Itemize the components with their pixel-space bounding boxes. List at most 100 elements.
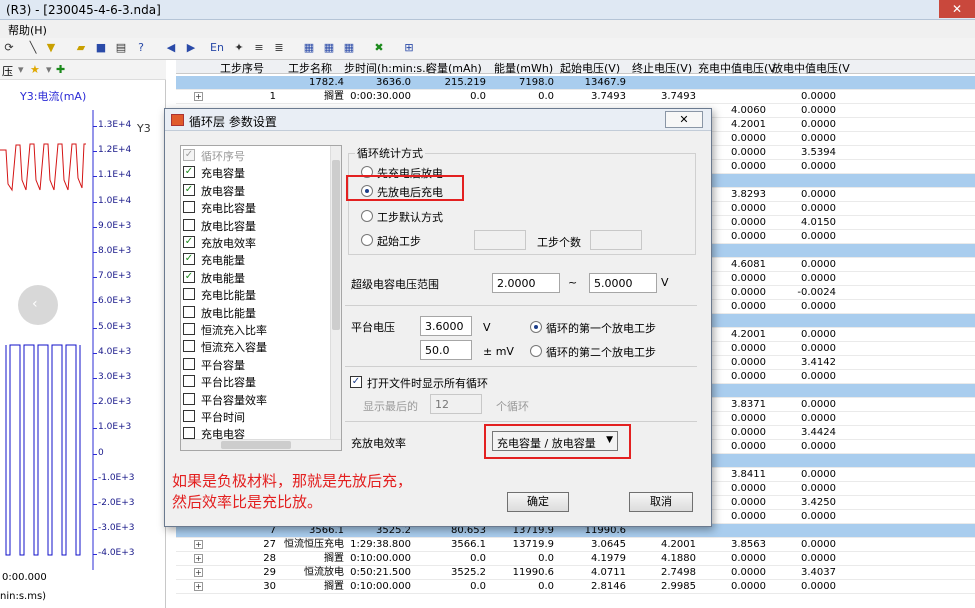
radio-second-discharge-step[interactable] — [530, 345, 542, 357]
table-row[interactable]: +29 恒流放电 0:50:21.500 3525.2 11990.6 4.0711 2.7… — [176, 566, 975, 580]
star-icon[interactable]: ★ — [30, 63, 40, 76]
column-header[interactable]: 放电中值电压(V — [772, 60, 850, 76]
checkbox[interactable] — [183, 410, 195, 422]
checkbox[interactable]: ✓ — [183, 270, 195, 283]
pin-icon[interactable]: ✦ — [232, 41, 246, 55]
open-folder-icon[interactable]: ▰ — [74, 41, 88, 55]
checkbox[interactable] — [183, 392, 195, 405]
platform-voltage-input[interactable]: 3.6000 — [420, 316, 472, 336]
table2-icon[interactable]: ▦ — [322, 41, 336, 55]
checkbox[interactable]: ✓ — [183, 236, 195, 248]
checkbox[interactable] — [183, 218, 195, 231]
nav-circle-button[interactable]: ‹ — [18, 285, 58, 325]
checkbox[interactable]: ✓ — [183, 183, 195, 196]
y-tick-label: 9.0E+3 — [98, 220, 132, 231]
column-header[interactable]: 容量(mAh) — [426, 60, 482, 76]
radio-start-step[interactable] — [361, 234, 373, 246]
supercap-min-input[interactable]: 2.0000 — [492, 273, 560, 293]
column-header[interactable]: 步时间(h:min:s.r — [344, 60, 430, 76]
show-all-cycles-checkbox[interactable]: ✓ — [350, 376, 362, 388]
expand-row-icon[interactable]: + — [194, 540, 203, 549]
highlight-efficiency — [484, 424, 631, 459]
expand-row-icon[interactable]: + — [194, 554, 203, 563]
line-tool-icon[interactable]: ╲ — [26, 41, 40, 55]
refresh-icon[interactable]: ⟳ — [2, 41, 16, 55]
checkbox[interactable] — [183, 357, 195, 370]
filter-icon[interactable]: ▼ — [44, 41, 58, 55]
expand-row-icon[interactable]: + — [194, 92, 203, 101]
small-dropdown-icon[interactable]: ▾ — [46, 63, 52, 76]
platform-tolerance-input[interactable]: 50.0 — [420, 340, 472, 360]
checkbox[interactable]: ✓ — [183, 149, 195, 161]
checkbox[interactable] — [183, 323, 195, 335]
expand-row-icon[interactable]: + — [194, 568, 203, 577]
table-cell: 2.7498 — [661, 567, 696, 578]
expand-row-icon[interactable]: + — [194, 582, 203, 591]
arrow-right-icon[interactable]: ▶ — [184, 41, 198, 55]
step-count-input[interactable] — [590, 230, 642, 250]
save-icon[interactable]: ■ — [94, 41, 108, 55]
annotation-line-1: 如果是负极材料，那就是先放后充， — [172, 472, 413, 490]
chart-tool-icon[interactable]: ⊞ — [402, 41, 416, 55]
table-row[interactable]: +30 搁置 0:10:00.000 0.0 0.0 2.8146 2.9985 0.0000… — [176, 580, 975, 594]
checklist-vscroll[interactable] — [330, 146, 341, 450]
checkbox[interactable] — [183, 201, 195, 214]
ok-button[interactable]: 确定 — [507, 492, 569, 512]
table-cell: 0.0000 — [801, 259, 836, 270]
checkbox[interactable] — [183, 340, 195, 353]
y-tick-mark — [93, 252, 97, 253]
column-header[interactable]: 充电中值电压(V — [698, 60, 776, 76]
checkbox[interactable] — [183, 375, 195, 388]
dropdown-icon[interactable]: ▾ — [18, 63, 24, 76]
column-header[interactable]: 工步序号 — [220, 60, 264, 76]
help-icon[interactable]: ? — [134, 41, 148, 55]
dialog-app-icon — [171, 114, 184, 126]
column-header[interactable]: 能量(mWh) — [494, 60, 553, 76]
radio-default-step[interactable] — [361, 210, 373, 222]
table-icon[interactable]: ▦ — [302, 41, 316, 55]
checkbox[interactable]: ✓ — [183, 166, 195, 179]
radio-first-discharge-step[interactable] — [530, 321, 542, 333]
column-header[interactable]: 工步名称 — [288, 60, 332, 76]
supercap-max-input[interactable]: 5.0000 — [589, 273, 657, 293]
column-header[interactable]: 起始电压(V) — [560, 60, 620, 76]
checkbox[interactable]: ✓ — [183, 253, 195, 266]
y-tick-mark — [93, 478, 97, 480]
radio-start-step-label: 起始工步 — [377, 235, 421, 248]
show-last-input[interactable]: 12 — [430, 394, 482, 414]
layout-icon[interactable]: ≡ — [252, 41, 266, 55]
column-header[interactable]: 终止电压(V) — [632, 60, 692, 76]
excel-icon[interactable]: ✖ — [372, 41, 386, 55]
checklist-hscroll[interactable] — [181, 439, 341, 450]
table-cell: 29 — [263, 567, 276, 578]
cycle-stats-legend: 循环统计方式 — [355, 145, 425, 161]
window-close-button[interactable]: ✕ — [939, 0, 975, 18]
checklist-item-label: 充放电效率 — [201, 237, 256, 250]
table-row[interactable]: +1 搁置 0:00:30.000 0.0 0.0 3.7493 3.7493 0.0000 — [176, 90, 975, 104]
hscroll-thumb[interactable] — [221, 441, 291, 449]
table-cell: 27 — [263, 539, 276, 550]
arrow-left-icon[interactable]: ◀ — [164, 41, 178, 55]
table-cell: 0.0000 — [801, 441, 836, 452]
table-row[interactable]: 1782.4 3636.0 215.219 7198.0 13467.9 — [176, 76, 975, 90]
table-row[interactable]: +28 搁置 0:10:00.000 0.0 0.0 4.1979 4.1880 0.0000… — [176, 552, 975, 566]
layout2-icon[interactable]: ≣ — [272, 41, 286, 55]
y-tick-label: -1.0E+3 — [98, 472, 135, 483]
menu-help[interactable]: 帮助(H) — [8, 24, 47, 37]
column-checklist[interactable]: ✓ 循环序号 ✓ 充电容量 ✓ 放电容量 充电比容量 放电比容量 ✓ 充放电效率 ✓ 充电能量 ✓ 放电能… — [180, 145, 342, 451]
y-tick-label: 1.1E+4 — [98, 170, 132, 181]
print-icon[interactable]: ▤ — [114, 41, 128, 55]
checkbox[interactable] — [183, 427, 195, 440]
table-cell: 3.0645 — [591, 539, 626, 550]
table-cell: 4.2001 — [731, 119, 766, 130]
vscroll-thumb[interactable] — [332, 160, 340, 330]
language-icon[interactable]: En — [210, 41, 224, 55]
puzzle-icon[interactable]: ✚ — [56, 63, 65, 76]
table-row[interactable]: +27 恒流恒压充电 1:29:38.800 3566.1 13719.9 3.0645 4… — [176, 538, 975, 552]
start-step-input[interactable] — [474, 230, 526, 250]
checkbox[interactable] — [183, 305, 195, 318]
table3-icon[interactable]: ▦ — [342, 41, 356, 55]
dialog-close-button[interactable]: ✕ — [665, 111, 703, 128]
checkbox[interactable] — [183, 288, 195, 301]
cancel-button[interactable]: 取消 — [629, 492, 693, 512]
